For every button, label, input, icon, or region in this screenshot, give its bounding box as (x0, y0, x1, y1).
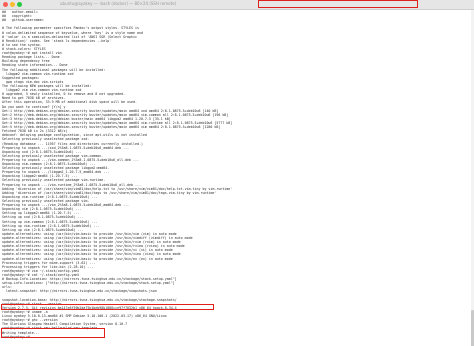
minimize-button[interactable] (10, 2, 15, 7)
red-highlight-box-uname (1, 304, 214, 310)
red-highlight-box-stack-new (1, 328, 105, 338)
terminal-output[interactable]: ## author-email= ## copyright= ## github-u… (0, 10, 474, 346)
zoom-button[interactable] (17, 2, 22, 7)
terminal-window: ubuntu@ayakey — -bash (docker) — 80×24 (… (0, 0, 474, 346)
close-button[interactable] (3, 2, 8, 7)
window-title: ubuntu@ayakey — -bash (docker) — 80×24 (… (60, 1, 177, 6)
red-highlight-box-top (258, 0, 418, 8)
